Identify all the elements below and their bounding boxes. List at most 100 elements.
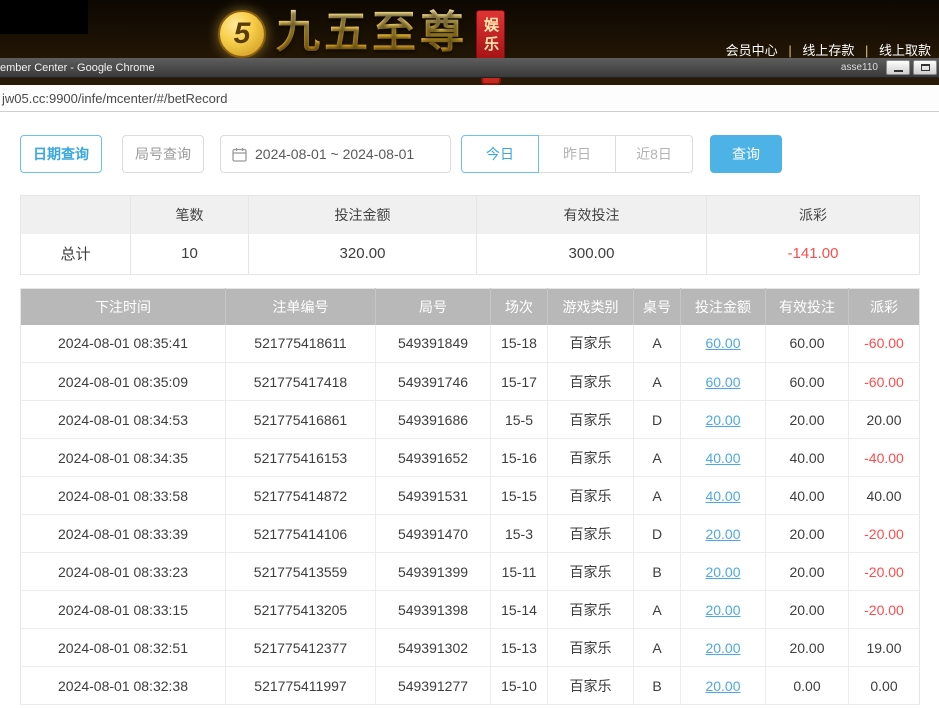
cell-session: 15-11: [491, 553, 548, 591]
summary-payout: -141.00: [707, 234, 920, 275]
cell-session: 15-17: [491, 363, 548, 401]
maximize-icon: [921, 64, 930, 71]
cell-bet-amount-link[interactable]: 40.00: [681, 439, 766, 477]
nav-online-withdraw[interactable]: 线上取款: [879, 43, 931, 58]
cell-bet-amount-link[interactable]: 20.00: [681, 591, 766, 629]
cell-game-type: 百家乐: [548, 591, 634, 629]
cell-bet-amount-link[interactable]: 60.00: [681, 363, 766, 401]
cell-round-number: 549391302: [376, 629, 491, 667]
cell-bet-time: 2024-08-01 08:33:39: [21, 515, 226, 553]
header-payout: 派彩: [849, 289, 920, 325]
cell-bet-number: 521775412377: [226, 629, 376, 667]
bet-record-row: 2024-08-01 08:35:41 521775418611 5493918…: [21, 325, 920, 363]
cell-session: 15-14: [491, 591, 548, 629]
cell-bet-number: 521775418611: [226, 325, 376, 363]
header-gap-strip: [0, 78, 939, 85]
cell-bet-time: 2024-08-01 08:34:53: [21, 401, 226, 439]
cell-game-type: 百家乐: [548, 515, 634, 553]
today-button[interactable]: 今日: [461, 135, 539, 173]
header-bet-time: 下注时间: [21, 289, 226, 325]
header-table: 桌号: [634, 289, 681, 325]
logo-badge: 娱乐: [476, 10, 505, 62]
cell-bet-amount-link[interactable]: 20.00: [681, 401, 766, 439]
cell-payout: -60.00: [849, 363, 920, 401]
cell-bet-amount-link[interactable]: 20.00: [681, 553, 766, 591]
cell-game-type: 百家乐: [548, 477, 634, 515]
date-range-picker[interactable]: 2024-08-01 ~ 2024-08-01: [220, 135, 451, 173]
date-query-tab[interactable]: 日期查询: [20, 135, 102, 173]
cell-game-type: 百家乐: [548, 629, 634, 667]
cell-payout: 40.00: [849, 477, 920, 515]
cell-bet-time: 2024-08-01 08:33:15: [21, 591, 226, 629]
address-bar[interactable]: jw05.cc:9900/infe/mcenter/#/betRecord: [0, 85, 939, 112]
cell-session: 15-13: [491, 629, 548, 667]
cell-game-type: 百家乐: [548, 439, 634, 477]
cell-valid-bet: 60.00: [766, 363, 849, 401]
cell-valid-bet: 20.00: [766, 515, 849, 553]
cell-game-type: 百家乐: [548, 553, 634, 591]
cell-bet-number: 521775414106: [226, 515, 376, 553]
cell-valid-bet: 20.00: [766, 401, 849, 439]
minimize-icon: [894, 70, 903, 72]
nav-member-center[interactable]: 会员中心: [726, 43, 778, 58]
summary-count: 10: [131, 234, 249, 275]
cell-payout: 20.00: [849, 401, 920, 439]
header-round-number: 局号: [376, 289, 491, 325]
bet-record-row: 2024-08-01 08:33:15 521775413205 5493913…: [21, 591, 920, 629]
cell-bet-number: 521775416861: [226, 401, 376, 439]
minimize-button[interactable]: [886, 60, 910, 75]
bet-record-row: 2024-08-01 08:33:58 521775414872 5493915…: [21, 477, 920, 515]
cell-valid-bet: 40.00: [766, 439, 849, 477]
cell-table: D: [634, 515, 681, 553]
cell-valid-bet: 40.00: [766, 477, 849, 515]
cell-payout: -20.00: [849, 515, 920, 553]
summary-header-payout: 派彩: [707, 196, 920, 234]
cell-bet-number: 521775411997: [226, 667, 376, 705]
maximize-button[interactable]: [913, 60, 937, 75]
last-8-days-button[interactable]: 近8日: [615, 135, 693, 173]
search-button[interactable]: 查询: [710, 135, 782, 173]
yesterday-button[interactable]: 昨日: [538, 135, 616, 173]
browser-window: ember Center - Google Chrome asse110 jw0…: [0, 58, 939, 708]
cell-session: 15-5: [491, 401, 548, 439]
cell-bet-amount-link[interactable]: 20.00: [681, 667, 766, 705]
round-query-tab[interactable]: 局号查询: [122, 135, 204, 173]
url-text[interactable]: jw05.cc:9900/infe/mcenter/#/betRecord: [0, 91, 227, 106]
bet-record-row: 2024-08-01 08:34:53 521775416861 5493916…: [21, 401, 920, 439]
bet-record-row: 2024-08-01 08:33:39 521775414106 5493914…: [21, 515, 920, 553]
cell-table: A: [634, 363, 681, 401]
cell-payout: -20.00: [849, 553, 920, 591]
cell-bet-time: 2024-08-01 08:35:09: [21, 363, 226, 401]
cell-valid-bet: 20.00: [766, 591, 849, 629]
cell-bet-amount-link[interactable]: 20.00: [681, 515, 766, 553]
cell-round-number: 549391470: [376, 515, 491, 553]
top-nav: 会员中心 | 线上存款 | 线上取款: [726, 40, 931, 59]
cell-valid-bet: 60.00: [766, 325, 849, 363]
window-titlebar: ember Center - Google Chrome asse110: [0, 58, 939, 78]
cell-session: 15-15: [491, 477, 548, 515]
cell-table: B: [634, 553, 681, 591]
cell-bet-time: 2024-08-01 08:34:35: [21, 439, 226, 477]
top-left-black-block: [0, 0, 88, 34]
cell-table: A: [634, 439, 681, 477]
cell-bet-amount-link[interactable]: 20.00: [681, 629, 766, 667]
bet-record-row: 2024-08-01 08:34:35 521775416153 5493916…: [21, 439, 920, 477]
bet-record-row: 2024-08-01 08:35:09 521775417418 5493917…: [21, 363, 920, 401]
cell-round-number: 549391531: [376, 477, 491, 515]
nav-online-deposit[interactable]: 线上存款: [802, 43, 854, 58]
bet-record-row: 2024-08-01 08:33:23 521775413559 5493913…: [21, 553, 920, 591]
cell-round-number: 549391399: [376, 553, 491, 591]
cell-table: A: [634, 477, 681, 515]
cell-bet-amount-link[interactable]: 40.00: [681, 477, 766, 515]
window-title: ember Center - Google Chrome: [0, 62, 155, 74]
logo-title: 九五至尊: [276, 4, 468, 62]
bet-record-row: 2024-08-01 08:32:38 521775411997 5493912…: [21, 667, 920, 705]
cell-bet-number: 521775417418: [226, 363, 376, 401]
cell-bet-time: 2024-08-01 08:33:23: [21, 553, 226, 591]
cell-bet-amount-link[interactable]: 60.00: [681, 325, 766, 363]
cell-table: D: [634, 401, 681, 439]
summary-header-row: 笔数 投注金额 有效投注 派彩: [21, 196, 920, 234]
summary-valid-bet: 300.00: [477, 234, 707, 275]
cell-bet-time: 2024-08-01 08:32:38: [21, 667, 226, 705]
cell-game-type: 百家乐: [548, 401, 634, 439]
